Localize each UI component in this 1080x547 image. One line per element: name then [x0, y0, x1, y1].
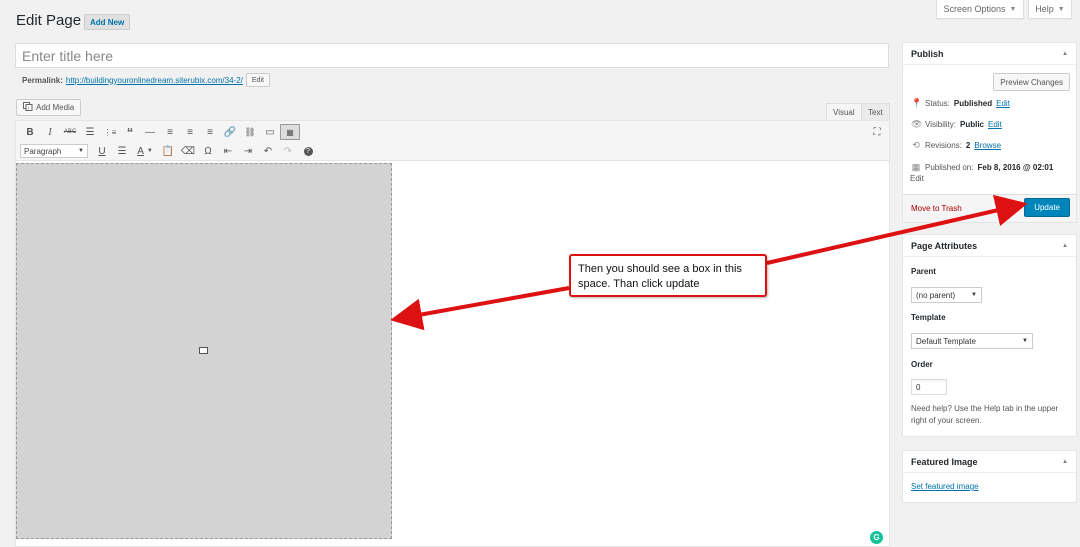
title-input[interactable]: Enter title here [15, 43, 889, 68]
paste-text-icon[interactable]: 📋 [158, 143, 178, 159]
permalink: Permalink: http://buildingyouronlinedrea… [22, 73, 270, 87]
visibility-value: Public [959, 120, 984, 129]
page-attributes-title: Page Attributes [911, 240, 978, 251]
parent-select-value: (no parent) [916, 290, 956, 300]
undo-icon[interactable]: ↶ [258, 143, 278, 159]
published-on-row: ▦ Published on: Feb 8, 2016 @ 02:01 [911, 162, 1054, 173]
template-label: Template [911, 313, 946, 322]
permalink-label: Permalink: [22, 75, 63, 85]
link-icon[interactable]: 🔗 [220, 124, 240, 140]
underline-icon[interactable]: U [92, 143, 112, 159]
order-label: Order [911, 360, 933, 369]
revisions-browse-link[interactable]: Browse [974, 141, 1001, 150]
revisions-label: Revisions: [925, 141, 962, 150]
toolbar-toggle-icon[interactable]: ▦ [280, 124, 300, 140]
add-new-button[interactable]: Add New [84, 14, 131, 30]
preview-changes-button[interactable]: Preview Changes [993, 73, 1070, 91]
numbered-list-icon[interactable]: ⋮≡ [100, 124, 120, 140]
text-color-icon[interactable]: A ▼ [132, 143, 158, 159]
italic-icon[interactable]: I [40, 124, 60, 140]
published-on-value: Feb 8, 2016 @ 02:01 [977, 163, 1054, 172]
bold-icon[interactable]: B [20, 124, 40, 140]
clear-formatting-icon[interactable]: ⌫ [178, 143, 198, 159]
publish-panel: Publish ▲ Preview Changes 📍 Status: Publ… [902, 42, 1077, 223]
collapse-icon[interactable]: ▲ [1062, 51, 1068, 57]
help-label: Help [1035, 4, 1054, 14]
permalink-url[interactable]: http://buildingyouronlinedream.siterubix… [66, 76, 243, 85]
blockquote-icon[interactable]: “ [120, 124, 140, 140]
collapse-icon[interactable]: ▲ [1062, 243, 1068, 249]
page-attributes-panel: Page Attributes ▲ Parent (no parent) ▼ T… [902, 234, 1077, 437]
parent-label: Parent [911, 267, 936, 276]
read-more-icon[interactable]: ▭ [260, 124, 280, 140]
add-media-button[interactable]: ♪ Add Media [16, 99, 82, 116]
chevron-down-icon: ▼ [971, 292, 977, 298]
bullet-list-icon[interactable]: ☰ [80, 124, 100, 140]
parent-select[interactable]: (no parent) ▼ [911, 287, 982, 303]
collapse-icon[interactable]: ▲ [1062, 459, 1068, 465]
status-label: Status: [925, 99, 950, 108]
fullscreen-icon[interactable]: ⛶ [867, 124, 887, 140]
chevron-down-icon: ▼ [1022, 338, 1028, 344]
publish-header[interactable]: Publish ▲ [903, 43, 1076, 65]
template-select[interactable]: Default Template ▼ [911, 333, 1033, 349]
screen-options-tab[interactable]: Screen Options ▼ [936, 0, 1024, 19]
featured-image-panel: Featured Image ▲ Set featured image [902, 450, 1077, 503]
status-row: 📍 Status: Published Edit [911, 98, 1010, 109]
editor-toolbar: B I ABC ☰ ⋮≡ “ — ≡ ≡ ≡ 🔗 ⛓ ▭ ▦ Paragraph… [16, 121, 889, 161]
status-value: Published [953, 99, 993, 108]
order-input[interactable]: 0 [911, 379, 947, 395]
calendar-icon: ▦ [911, 162, 921, 172]
annotation-callout: Then you should see a box in this space.… [569, 254, 767, 297]
move-to-trash-link[interactable]: Move to Trash [911, 204, 962, 213]
align-center-icon[interactable]: ≡ [180, 124, 200, 140]
published-on-edit-link[interactable]: Edit [910, 174, 924, 183]
page-attributes-header[interactable]: Page Attributes ▲ [903, 235, 1076, 257]
history-icon: ⟲ [912, 140, 920, 150]
visibility-row: 👁 Visibility: Public Edit [911, 119, 1002, 130]
revisions-value: 2 [965, 141, 971, 150]
strikethrough-icon[interactable]: ABC [60, 124, 80, 140]
revisions-row: ⟲ Revisions: 2 Browse [911, 140, 1001, 151]
caret-down-icon: ▼ [1057, 5, 1065, 13]
outdent-icon[interactable]: ⇤ [218, 143, 238, 159]
unlink-icon[interactable]: ⛓ [240, 124, 260, 140]
page-title: Edit Page [16, 12, 82, 29]
justify-icon[interactable]: ☰ [112, 143, 132, 159]
align-left-icon[interactable]: ≡ [160, 124, 180, 140]
visibility-edit-link[interactable]: Edit [988, 120, 1002, 129]
horizontal-rule-icon[interactable]: — [140, 124, 160, 140]
help-tab[interactable]: Help ▼ [1028, 0, 1072, 19]
help-text: Need help? Use the Help tab in the upper… [911, 404, 1059, 425]
pin-icon: 📍 [911, 98, 923, 108]
status-edit-link[interactable]: Edit [996, 99, 1010, 108]
visibility-label: Visibility: [925, 120, 956, 129]
caret-down-icon: ▼ [1009, 5, 1017, 13]
featured-image-title: Featured Image [911, 456, 978, 467]
add-media-label: Add Media [36, 103, 75, 112]
published-on-label: Published on: [925, 163, 974, 172]
indent-icon[interactable]: ⇥ [238, 143, 258, 159]
image-placeholder-icon [199, 347, 208, 354]
publish-title: Publish [911, 48, 944, 59]
redo-icon[interactable]: ↷ [278, 143, 298, 159]
special-character-icon[interactable]: Ω [198, 143, 218, 159]
publish-actions: Move to Trash Update [903, 194, 1076, 222]
featured-image-header[interactable]: Featured Image ▲ [903, 451, 1076, 473]
tab-text[interactable]: Text [861, 103, 890, 120]
media-icon: ♪ [23, 102, 33, 113]
screen-options-label: Screen Options [943, 4, 1006, 14]
format-select[interactable]: Paragraph ▼ [20, 144, 88, 158]
tab-visual[interactable]: Visual [826, 103, 862, 120]
update-button[interactable]: Update [1024, 198, 1070, 217]
grammarly-icon[interactable]: G [870, 531, 883, 544]
help-icon[interactable]: ? [298, 143, 318, 159]
template-select-value: Default Template [916, 336, 976, 346]
chevron-down-icon: ▼ [78, 148, 84, 154]
permalink-edit-button[interactable]: Edit [245, 73, 270, 87]
format-select-value: Paragraph [24, 146, 62, 156]
eye-icon: 👁 [911, 119, 923, 129]
set-featured-image-link[interactable]: Set featured image [911, 482, 979, 491]
align-right-icon[interactable]: ≡ [200, 124, 220, 140]
